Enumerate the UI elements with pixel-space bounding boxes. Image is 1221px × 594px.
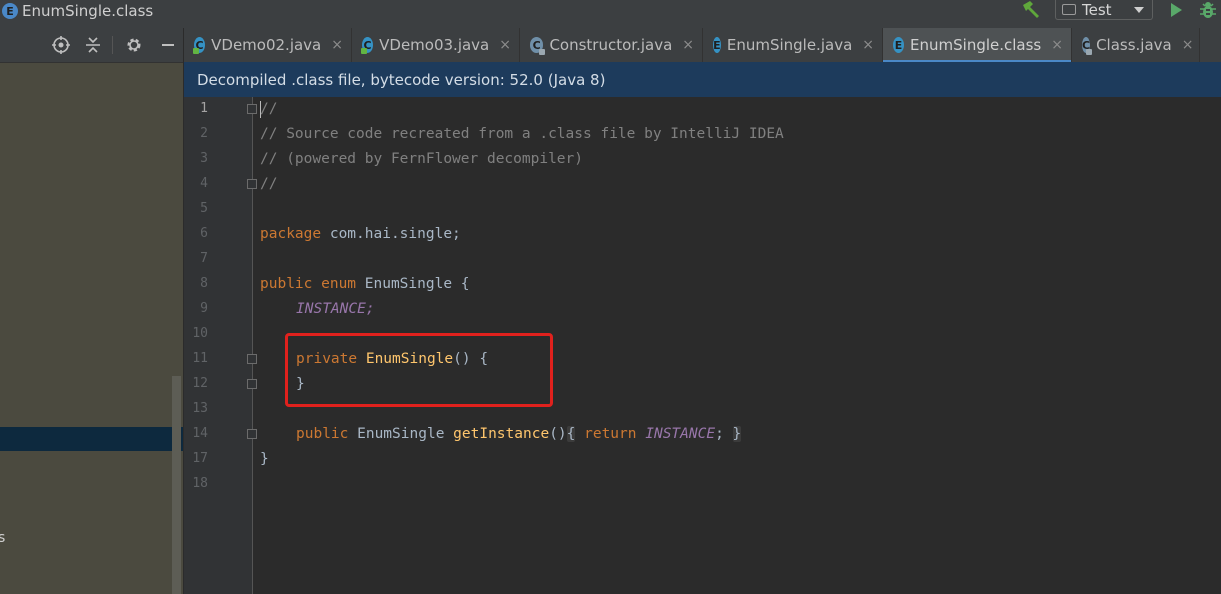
collapse-all-icon[interactable] <box>83 35 103 55</box>
locate-crosshair-icon[interactable] <box>51 35 71 55</box>
line-number: 18 <box>192 476 208 491</box>
enum-file-icon: E <box>893 37 905 53</box>
tab-label: Class.java <box>1096 36 1172 54</box>
code-line-2: // Source code recreated from a .class f… <box>260 126 784 142</box>
line-number: 11 <box>192 351 208 366</box>
hide-panel-icon[interactable] <box>158 35 178 55</box>
line-number-gutter: 1 2 3 4 5 6 7 8 9 10 11 12 13 14 17 18 <box>184 97 252 594</box>
line-number: 12 <box>192 376 208 391</box>
tab-constructor-java[interactable]: C Constructor.java × <box>520 28 703 62</box>
semicolon: ; <box>715 426 724 442</box>
toolbar-divider <box>112 36 113 54</box>
chevron-down-icon <box>1134 6 1144 13</box>
code-line-3: // (powered by FernFlower decompiler) <box>260 151 584 167</box>
keyword-return: return <box>575 426 646 442</box>
decompiled-info-banner: Decompiled .class file, bytecode version… <box>184 62 1221 97</box>
code-line-6: package com.hai.single; <box>260 222 461 247</box>
debug-bug-icon[interactable] <box>1198 0 1218 20</box>
keyword-public: public <box>296 426 349 442</box>
code-line-14: public EnumSingle getInstance(){ return … <box>296 422 742 447</box>
enum-constant: INSTANCE; <box>296 301 375 317</box>
line-number: 6 <box>200 226 208 241</box>
readonly-class-icon: C <box>530 37 546 55</box>
editor-tab-bar: C VDemo02.java × C VDemo03.java × C Cons… <box>184 28 1221 63</box>
tab-label: VDemo03.java <box>379 36 490 54</box>
red-highlight-annotation <box>285 333 553 407</box>
return-type: EnumSingle <box>348 426 454 442</box>
tab-class-java[interactable]: C Class.java × <box>1072 28 1200 62</box>
close-icon[interactable]: × <box>499 37 511 53</box>
fold-marker-icon[interactable] <box>247 429 257 439</box>
line-number: 5 <box>200 201 208 216</box>
keyword-package: package <box>260 226 322 242</box>
title-bar: E EnumSingle.class Test <box>0 0 1221 28</box>
close-icon[interactable]: × <box>682 37 694 53</box>
window-title-text: EnumSingle.class <box>22 2 154 20</box>
tab-enumsingle-java[interactable]: E EnumSingle.java × <box>703 28 883 62</box>
line-number: 9 <box>200 301 208 316</box>
code-line-17: } <box>260 451 269 467</box>
tab-label: EnumSingle.class <box>910 36 1042 54</box>
fold-marker-icon[interactable] <box>247 354 257 364</box>
code-line-9: INSTANCE; <box>296 297 375 322</box>
banner-text: Decompiled .class file, bytecode version… <box>197 70 606 89</box>
project-panel-toolbar <box>0 28 183 63</box>
project-panel: s <box>0 28 183 594</box>
fold-marker-icon[interactable] <box>247 104 257 114</box>
readonly-class-icon: C <box>1082 37 1093 55</box>
window-title: E EnumSingle.class <box>2 0 153 22</box>
line-number: 14 <box>192 426 208 441</box>
keyword-public-enum: public enum <box>260 276 357 292</box>
java-class-icon: C <box>360 37 374 54</box>
gear-icon[interactable] <box>124 35 144 55</box>
run-configuration-select[interactable]: Test <box>1055 0 1153 20</box>
line-number: 1 <box>200 101 208 116</box>
close-icon[interactable]: × <box>1182 37 1194 53</box>
line-number: 8 <box>200 276 208 291</box>
run-config-icon <box>1062 4 1076 15</box>
folded-brace-close[interactable]: } <box>732 426 742 442</box>
code-editor[interactable]: 1 2 3 4 5 6 7 8 9 10 11 12 13 14 17 18 /… <box>184 97 1221 594</box>
package-name: com.hai.single; <box>321 226 461 242</box>
tab-label: EnumSingle.java <box>726 36 853 54</box>
run-config-label: Test <box>1082 0 1112 19</box>
code-line-8: public enum EnumSingle { <box>260 272 470 297</box>
build-hammer-icon[interactable] <box>1018 0 1044 22</box>
text-caret <box>260 101 261 118</box>
code-line-4: // <box>260 176 278 192</box>
enum-file-icon: E <box>713 37 721 53</box>
line-number: 13 <box>192 401 208 416</box>
tab-vdemo03-java[interactable]: C VDemo03.java × <box>352 28 520 62</box>
tab-label: VDemo02.java <box>211 36 322 54</box>
line-number: 3 <box>200 151 208 166</box>
close-icon[interactable]: × <box>1051 37 1063 53</box>
fold-marker-icon[interactable] <box>247 179 257 189</box>
run-icon[interactable] <box>1168 2 1184 18</box>
code-line-1: // <box>260 101 278 117</box>
java-class-icon: C <box>192 37 206 54</box>
tab-enumsingle-class[interactable]: E EnumSingle.class × <box>883 28 1072 63</box>
tab-label: Constructor.java <box>549 36 673 54</box>
gutter-divider <box>252 97 253 594</box>
line-number: 17 <box>192 451 208 466</box>
tree-item-fragment[interactable]: s <box>0 530 5 546</box>
tree-selected-row[interactable] <box>0 427 183 451</box>
tab-vdemo02-java[interactable]: C VDemo02.java × <box>184 28 352 62</box>
method-parens: () <box>549 426 567 442</box>
line-number: 7 <box>200 251 208 266</box>
fold-marker-icon[interactable] <box>247 379 257 389</box>
close-icon[interactable]: × <box>331 37 343 53</box>
project-panel-scrollbar[interactable] <box>172 376 181 594</box>
line-number: 4 <box>200 176 208 191</box>
line-number: 2 <box>200 126 208 141</box>
close-icon[interactable]: × <box>862 37 874 53</box>
line-number: 10 <box>192 326 208 341</box>
enum-constant-ref: INSTANCE <box>645 426 716 442</box>
method-name: getInstance <box>453 426 550 442</box>
enum-declaration: EnumSingle { <box>356 276 470 292</box>
enum-file-icon: E <box>2 3 18 19</box>
